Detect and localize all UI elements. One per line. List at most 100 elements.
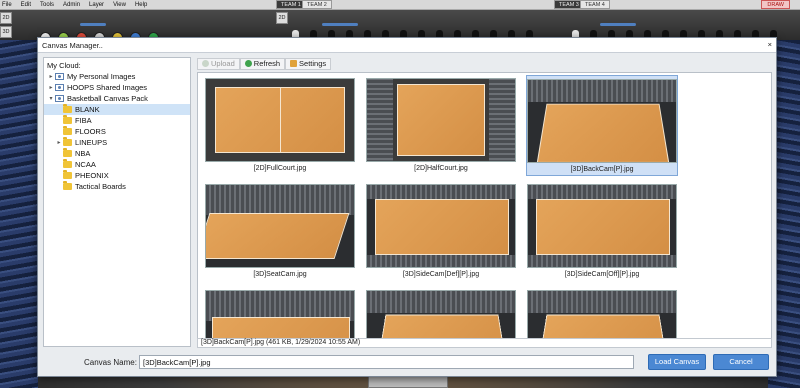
shared-folder-icon (55, 95, 64, 102)
upload-label: Upload (211, 59, 235, 68)
image-tile-label: [3D]BackCam[P].jpg (570, 166, 634, 173)
tree-item[interactable]: ▾ Basketball Canvas Pack (44, 93, 190, 104)
tree-item[interactable]: PHEONIX (44, 170, 190, 181)
tree-item[interactable]: FIBA (44, 115, 190, 126)
image-tile[interactable]: [3D]SideCam[Def][P].jpg (365, 181, 517, 280)
dialog-footer: Canvas Name: Load Canvas Cancel (38, 352, 778, 374)
menu-admin[interactable]: Admin (63, 2, 80, 8)
tree-item-label: HOOPS Shared Images (67, 83, 148, 92)
tree-item[interactable]: BLANK (44, 104, 190, 115)
selected-file-info: [3D]BackCam[P].jpg (461 KB, 1/29/2024 10… (197, 338, 772, 348)
tree-item[interactable]: ▸ LINEUPS (44, 137, 190, 148)
thumbnail-image (527, 184, 677, 268)
image-tile[interactable] (526, 287, 678, 339)
image-tile-label: [3D]SideCam[Off][P].jpg (564, 271, 640, 278)
tab-team-4[interactable]: TEAM 4 (580, 0, 610, 9)
dialog-title: Canvas Manager.. (42, 40, 103, 50)
tree-root-label: My Cloud: (47, 61, 81, 70)
tree-item-label: LINEUPS (75, 138, 108, 147)
menu-file[interactable]: File (2, 2, 12, 8)
folder-icon (63, 115, 72, 124)
menu-layer[interactable]: Layer (89, 2, 104, 8)
team1-slider[interactable] (322, 23, 358, 26)
thumbnail-image (527, 290, 677, 339)
canvas-name-input[interactable] (139, 355, 634, 369)
tree-item[interactable]: FLOORS (44, 126, 190, 137)
tree-item-label: Basketball Canvas Pack (67, 94, 148, 103)
tree-item[interactable]: ▸ My Personal Images (44, 71, 190, 82)
tree-item-label: BLANK (75, 105, 100, 114)
menu-tools[interactable]: Tools (40, 2, 54, 8)
tree-item[interactable]: Tactical Boards (44, 181, 190, 192)
tree-item-label: My Personal Images (67, 72, 136, 81)
image-tile-label: [3D]SideCam[Def][P].jpg (402, 271, 480, 278)
dialog-titlebar: Canvas Manager.. × (38, 38, 776, 53)
thumbnail-image (366, 290, 516, 339)
canvas-name-label: Canvas Name: (84, 358, 137, 367)
folder-icon (63, 181, 72, 190)
refresh-label: Refresh (253, 59, 281, 68)
image-grid: [2D]FullCourt.jpg [2D]HalfCourt.jpg [3D]Ba… (197, 72, 772, 340)
arena-stands-left (0, 40, 38, 388)
pencil-icon (290, 60, 298, 67)
image-tile[interactable]: [3D]SeatCam.jpg (204, 181, 356, 280)
view-3d-button[interactable]: 3D (0, 26, 12, 38)
team3-slider[interactable] (600, 23, 636, 26)
tree-item-label: NCAA (75, 160, 96, 169)
thumbnail-image (527, 79, 677, 163)
view-2d-button[interactable]: 2D (0, 12, 12, 24)
tab-team-2[interactable]: TEAM 2 (302, 0, 332, 9)
upload-button[interactable]: Upload (197, 57, 240, 70)
image-tile[interactable] (204, 287, 356, 339)
thumbnail-image (205, 290, 355, 339)
settings-button[interactable]: Settings (285, 57, 332, 70)
tree-item[interactable]: ▸ HOOPS Shared Images (44, 82, 190, 93)
image-tile[interactable]: [3D]BackCam[P].jpg (526, 75, 678, 176)
thumbnail-image (205, 184, 355, 268)
image-tile[interactable]: [3D]SideCam[Off][P].jpg (526, 181, 678, 280)
tree-item-label: FIBA (75, 116, 92, 125)
close-icon[interactable]: × (768, 40, 772, 50)
menu-help[interactable]: Help (135, 2, 147, 8)
tree-item-label: PHEONIX (75, 171, 109, 180)
chevron-right-icon[interactable]: ▸ (47, 73, 55, 80)
chevron-down-icon[interactable]: ▾ (47, 95, 55, 102)
tree-item-label: FLOORS (75, 127, 106, 136)
chevron-right-icon[interactable]: ▸ (47, 84, 55, 91)
cancel-button[interactable]: Cancel (713, 354, 769, 370)
menu-edit[interactable]: Edit (21, 2, 31, 8)
image-tile[interactable]: [2D]FullCourt.jpg (204, 75, 356, 174)
image-browser: Upload Refresh Settings [2D]FullCourt.jp… (197, 57, 772, 347)
folder-icon (63, 104, 72, 113)
load-canvas-button[interactable]: Load Canvas (648, 354, 706, 370)
app-menubar: File Edit Tools Admin Layer View Help (0, 0, 800, 10)
image-tile-label: [2D]HalfCourt.jpg (414, 165, 468, 172)
folder-icon (63, 170, 72, 179)
folder-icon (63, 126, 72, 135)
tree-item-label: NBA (75, 149, 91, 158)
menu-view[interactable]: View (113, 2, 126, 8)
shared-folder-icon (55, 84, 64, 91)
shared-folder-icon (55, 73, 64, 80)
image-tile[interactable]: [2D]HalfCourt.jpg (365, 75, 517, 174)
folder-icon (63, 159, 72, 168)
tree-item[interactable]: NCAA (44, 159, 190, 170)
image-tile-label: [2D]FullCourt.jpg (253, 165, 307, 172)
thumbnail-image (366, 78, 516, 162)
refresh-icon (244, 60, 252, 67)
chevron-right-icon[interactable]: ▸ (55, 139, 63, 146)
app-toolbar: 2D 3D 2D (0, 10, 800, 44)
settings-label: Settings (299, 59, 327, 68)
folder-icon (63, 148, 72, 157)
playback-controls[interactable] (368, 376, 448, 388)
draw-button[interactable]: DRAW (761, 0, 790, 9)
refresh-button[interactable]: Refresh (239, 57, 286, 70)
image-tile[interactable] (365, 287, 517, 339)
zoom-slider[interactable] (80, 23, 106, 26)
thumbnail-image (205, 78, 355, 162)
canvas-manager-dialog: Canvas Manager.. × My Cloud: ▸ My Persona… (37, 37, 777, 377)
tree-item[interactable]: NBA (44, 148, 190, 159)
folder-tree: My Cloud: ▸ My Personal Images ▸ HOOPS Shar… (43, 57, 191, 347)
team-view-2d-button[interactable]: 2D (276, 12, 288, 24)
image-tile-label: [3D]SeatCam.jpg (253, 271, 307, 278)
